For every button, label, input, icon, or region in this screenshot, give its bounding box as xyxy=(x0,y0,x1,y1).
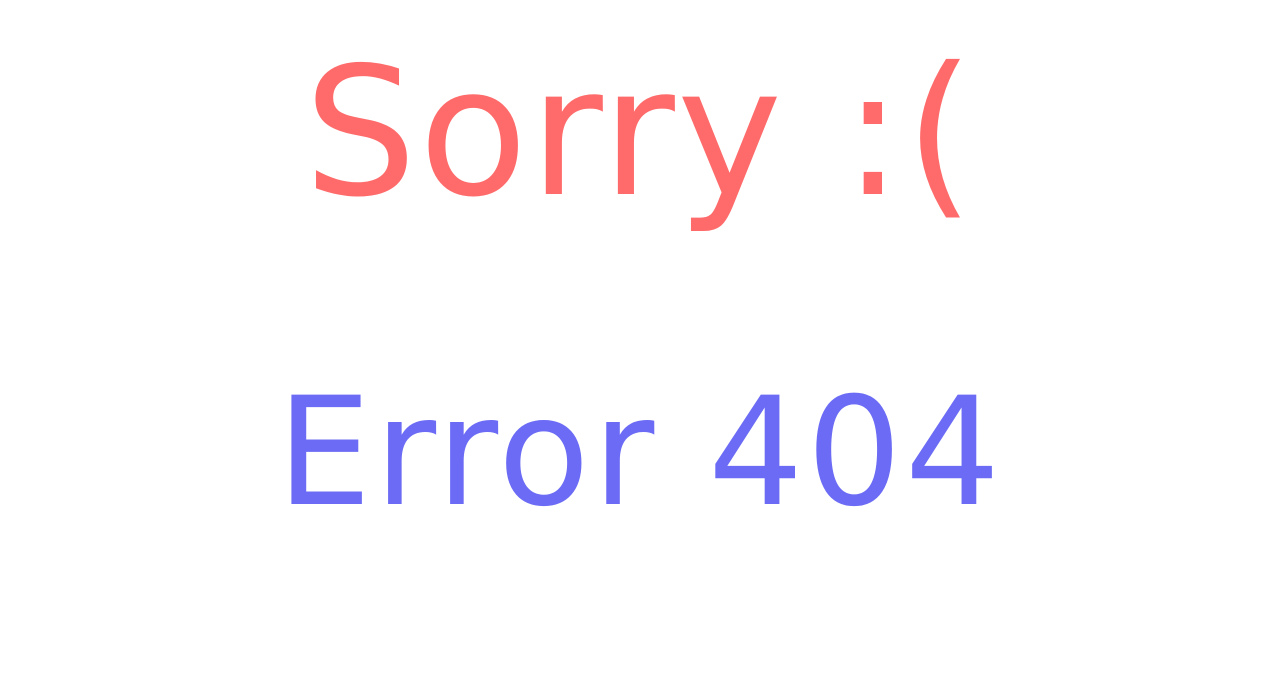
error-code-heading: Error 404 xyxy=(276,366,1004,540)
error-page: Sorry :( Error 404 xyxy=(0,0,1280,700)
sorry-heading: Sorry :( xyxy=(303,29,977,236)
